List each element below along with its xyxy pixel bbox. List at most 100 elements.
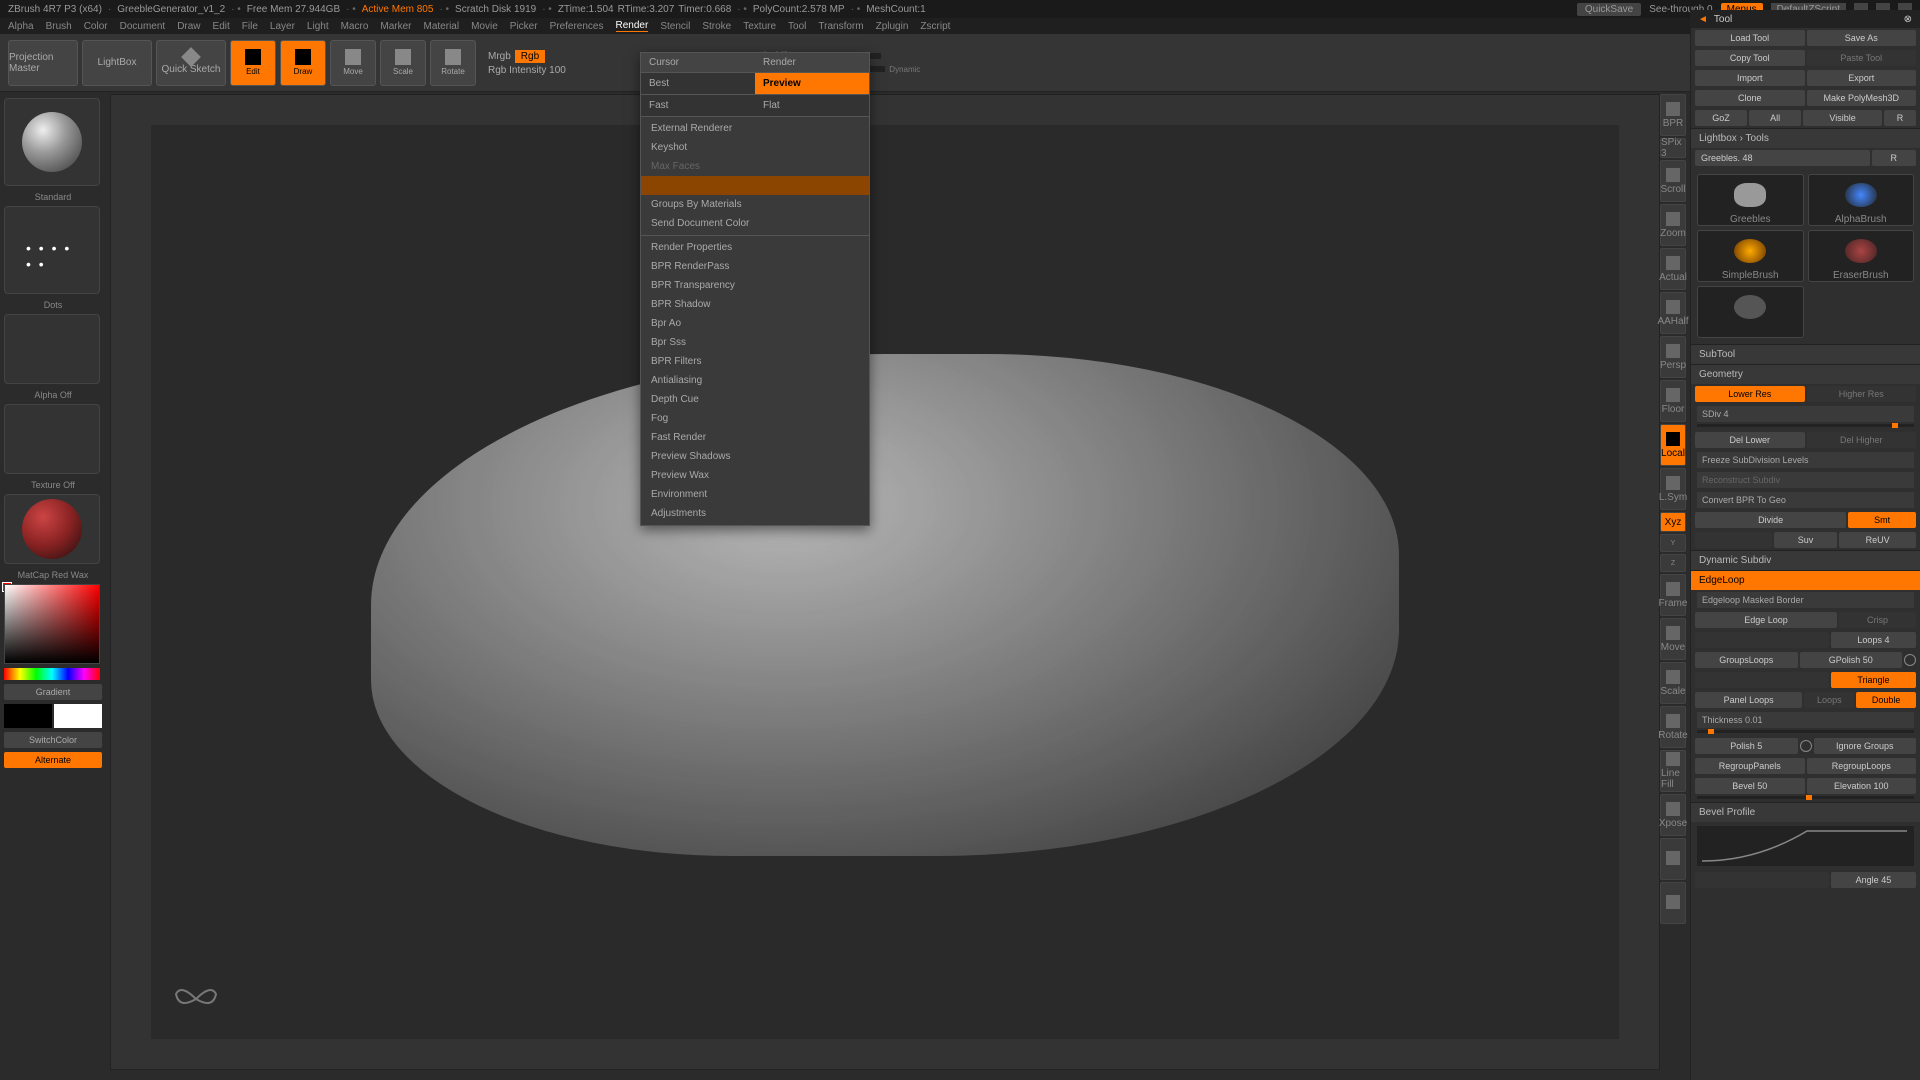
lsym-button[interactable]: L.Sym: [1660, 468, 1686, 510]
previewshadows-item[interactable]: Preview Shadows: [641, 447, 869, 466]
save-as-button[interactable]: Save As: [1807, 30, 1917, 46]
renderprops-item[interactable]: Render Properties: [641, 238, 869, 257]
edgeloop-masked-button[interactable]: Edgeloop Masked Border: [1697, 592, 1914, 608]
menu-light[interactable]: Light: [307, 21, 329, 32]
thickness-slider[interactable]: Thickness 0.01: [1697, 712, 1914, 728]
polish-slider[interactable]: Polish 5: [1695, 738, 1798, 754]
export-button[interactable]: Export: [1807, 70, 1917, 86]
crisp-button[interactable]: Crisp: [1839, 612, 1916, 628]
environment-item[interactable]: Environment: [641, 485, 869, 504]
menu-draw[interactable]: Draw: [177, 21, 200, 32]
subtool-header[interactable]: SubTool: [1691, 344, 1920, 364]
menu-document[interactable]: Document: [120, 21, 166, 32]
divide-button[interactable]: Divide: [1695, 512, 1846, 528]
arrow-left-icon[interactable]: ◄: [1698, 14, 1708, 25]
regroup-loops-button[interactable]: RegroupLoops: [1807, 758, 1917, 774]
zoom-button[interactable]: Zoom: [1660, 204, 1686, 246]
alternate-button[interactable]: Alternate: [4, 752, 102, 768]
axis-y-button[interactable]: Y: [1660, 534, 1686, 552]
lightbox-button[interactable]: LightBox: [82, 40, 152, 86]
goz-button[interactable]: GoZ: [1695, 110, 1747, 126]
local-button[interactable]: Local: [1660, 424, 1686, 466]
goz-r-button[interactable]: R: [1884, 110, 1916, 126]
scale-button[interactable]: Scale: [380, 40, 426, 86]
menu-transform[interactable]: Transform: [818, 21, 863, 32]
tool-thumb-extra[interactable]: [1697, 286, 1804, 338]
make-polymesh-button[interactable]: Make PolyMesh3D: [1807, 90, 1917, 106]
frame-button[interactable]: Frame: [1660, 574, 1686, 616]
brush-thumbnail[interactable]: [4, 98, 100, 186]
dynamic-label[interactable]: Dynamic: [889, 65, 920, 74]
solo-button[interactable]: [1660, 838, 1686, 880]
linefill-button[interactable]: Line Fill: [1660, 750, 1686, 792]
mrgb-label[interactable]: Mrgb: [488, 51, 511, 62]
scroll-button[interactable]: Scroll: [1660, 160, 1686, 202]
menu-brush[interactable]: Brush: [46, 21, 72, 32]
edit-button[interactable]: Edit: [230, 40, 276, 86]
axis-z-button[interactable]: Z: [1660, 554, 1686, 572]
bevel-profile-header[interactable]: Bevel Profile: [1691, 802, 1920, 822]
bevel-slider[interactable]: Bevel 50: [1695, 778, 1805, 794]
fastrender-item[interactable]: Fast Render: [641, 428, 869, 447]
tool-thumb-greebles[interactable]: Greebles: [1697, 174, 1804, 226]
import-button[interactable]: Import: [1695, 70, 1805, 86]
shelf-move-button[interactable]: Move: [1660, 618, 1686, 660]
hue-bar[interactable]: [4, 668, 100, 680]
tool-thumb-simplebrush[interactable]: SimpleBrush: [1697, 230, 1804, 282]
spix-button[interactable]: SPix 3: [1660, 138, 1686, 158]
geometry-header[interactable]: Geometry: [1691, 364, 1920, 384]
floor-button[interactable]: Floor: [1660, 380, 1686, 422]
secondary-color[interactable]: [4, 704, 52, 728]
smt-button[interactable]: Smt: [1848, 512, 1916, 528]
lightbox-tools-header[interactable]: Lightbox › Tools: [1691, 128, 1920, 148]
render-flat[interactable]: Flat: [755, 95, 869, 116]
groups-item[interactable]: Groups By Materials: [641, 195, 869, 214]
stroke-thumbnail[interactable]: [4, 206, 100, 294]
gpolish-slider[interactable]: GPolish 50: [1800, 652, 1903, 668]
quicksave-button[interactable]: QuickSave: [1577, 3, 1641, 16]
loops-slider[interactable]: Loops: [1804, 692, 1854, 708]
bpr-shadow-item[interactable]: BPR Shadow: [641, 295, 869, 314]
dropdown-render-tab[interactable]: Render: [755, 53, 869, 72]
bpr-button[interactable]: BPR: [1660, 94, 1686, 136]
menu-zscript[interactable]: Zscript: [920, 21, 950, 32]
triangle-button[interactable]: Triangle: [1831, 672, 1916, 688]
menu-picker[interactable]: Picker: [510, 21, 538, 32]
xpose-button[interactable]: Xpose: [1660, 794, 1686, 836]
goz-visible-button[interactable]: Visible: [1803, 110, 1882, 126]
menu-texture[interactable]: Texture: [743, 21, 776, 32]
copy-tool-button[interactable]: Copy Tool: [1695, 50, 1805, 66]
shelf-rotate-button[interactable]: Rotate: [1660, 706, 1686, 748]
menu-stroke[interactable]: Stroke: [702, 21, 731, 32]
del-lower-button[interactable]: Del Lower: [1695, 432, 1805, 448]
render-preview[interactable]: Preview: [755, 73, 869, 94]
angle-slider[interactable]: Angle 45: [1831, 872, 1916, 888]
edge-loop-button[interactable]: Edge Loop: [1695, 612, 1837, 628]
rgb-intensity-slider[interactable]: Rgb Intensity 100: [488, 65, 566, 76]
primary-color[interactable]: [54, 704, 102, 728]
menu-macro[interactable]: Macro: [341, 21, 369, 32]
bevel-profile-curve[interactable]: [1697, 826, 1914, 866]
dynamic-subdiv-header[interactable]: Dynamic Subdiv: [1691, 550, 1920, 570]
regroup-panels-button[interactable]: RegroupPanels: [1695, 758, 1805, 774]
elevation-slider[interactable]: Elevation 100: [1807, 778, 1917, 794]
bpr-ao-item[interactable]: Bpr Ao: [641, 314, 869, 333]
polish-mode-icon[interactable]: [1800, 740, 1812, 752]
xyz-button[interactable]: Xyz: [1660, 512, 1686, 532]
tool-thumb-eraserbrush[interactable]: EraserBrush: [1808, 230, 1915, 282]
shelf-scale-button[interactable]: Scale: [1660, 662, 1686, 704]
aahalf-button[interactable]: AAHalf: [1660, 292, 1686, 334]
bpr-transparency-item[interactable]: BPR Transparency: [641, 276, 869, 295]
suv-button[interactable]: Suv: [1774, 532, 1838, 548]
fog-item[interactable]: Fog: [641, 409, 869, 428]
draw-button[interactable]: Draw: [280, 40, 326, 86]
panel-loops-button[interactable]: Panel Loops: [1695, 692, 1802, 708]
previewwax-item[interactable]: Preview Wax: [641, 466, 869, 485]
gradient-button[interactable]: Gradient: [4, 684, 102, 700]
ignore-groups-button[interactable]: Ignore Groups: [1814, 738, 1917, 754]
dropdown-cursor-tab[interactable]: Cursor: [641, 53, 755, 72]
bpr-filters-item[interactable]: BPR Filters: [641, 352, 869, 371]
menu-alpha[interactable]: Alpha: [8, 21, 34, 32]
depthcue-item[interactable]: Depth Cue: [641, 390, 869, 409]
external-renderer-item[interactable]: External Renderer: [641, 119, 869, 138]
